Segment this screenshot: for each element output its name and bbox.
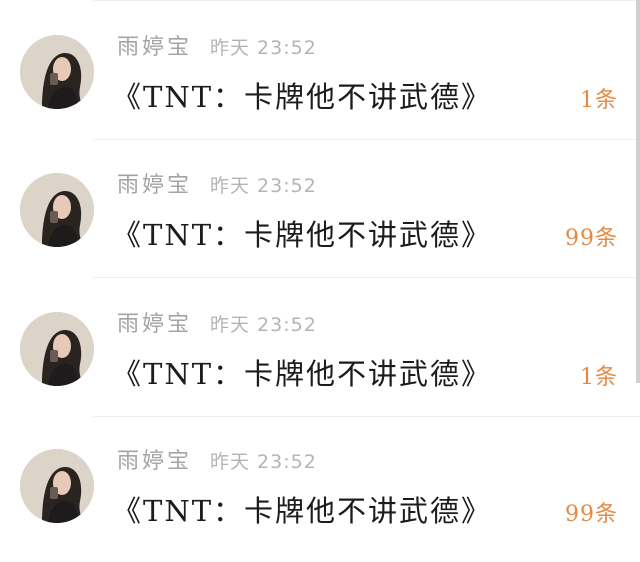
avatar-photo-icon <box>20 312 94 386</box>
unread-count: 99条 <box>565 502 618 527</box>
avatar-photo-icon <box>20 35 94 109</box>
unread-count: 1条 <box>580 365 618 390</box>
message-time: 昨天 23:52 <box>210 175 317 197</box>
avatar-photo-icon <box>20 173 94 247</box>
message-list-item[interactable]: 雨婷宝 昨天 23:52 《TNT：卡牌他不讲武德》 1条 <box>0 2 640 140</box>
scrollbar-thumb[interactable] <box>636 0 640 383</box>
message-list-item[interactable]: 雨婷宝 昨天 23:52 《TNT：卡牌他不讲武德》 1条 <box>0 279 640 417</box>
message-time: 昨天 23:52 <box>210 37 317 59</box>
message-text: 《TNT：卡牌他不讲武德》 <box>112 80 493 114</box>
message-text: 《TNT：卡牌他不讲武德》 <box>112 218 493 252</box>
avatar-photo-icon <box>20 449 94 523</box>
message-header: 雨婷宝 昨天 23:52 <box>117 29 317 61</box>
sender-avatar[interactable] <box>20 312 94 386</box>
item-divider <box>93 277 640 278</box>
message-text: 《TNT：卡牌他不讲武德》 <box>112 357 493 391</box>
message-text: 《TNT：卡牌他不讲武德》 <box>112 494 493 528</box>
message-header: 雨婷宝 昨天 23:52 <box>117 167 317 199</box>
message-header: 雨婷宝 昨天 23:52 <box>117 443 317 475</box>
unread-count: 99条 <box>565 226 618 251</box>
message-list[interactable]: 雨婷宝 昨天 23:52 《TNT：卡牌他不讲武德》 1条 雨婷宝 昨天 23:52… <box>0 0 640 562</box>
sender-avatar[interactable] <box>20 449 94 523</box>
sender-name: 雨婷宝 <box>117 173 193 198</box>
sender-avatar[interactable] <box>20 173 94 247</box>
unread-count: 1条 <box>580 88 618 113</box>
message-time: 昨天 23:52 <box>210 314 317 336</box>
message-time: 昨天 23:52 <box>210 451 317 473</box>
message-list-item[interactable]: 雨婷宝 昨天 23:52 《TNT：卡牌他不讲武德》 99条 <box>0 140 640 278</box>
sender-name: 雨婷宝 <box>117 35 193 60</box>
message-header: 雨婷宝 昨天 23:52 <box>117 306 317 338</box>
message-list-item[interactable]: 雨婷宝 昨天 23:52 《TNT：卡牌他不讲武德》 99条 <box>0 416 640 554</box>
sender-avatar[interactable] <box>20 35 94 109</box>
sender-name: 雨婷宝 <box>117 449 193 474</box>
sender-name: 雨婷宝 <box>117 312 193 337</box>
message-list-screen: 雨婷宝 昨天 23:52 《TNT：卡牌他不讲武德》 1条 雨婷宝 昨天 23:52… <box>0 0 640 562</box>
